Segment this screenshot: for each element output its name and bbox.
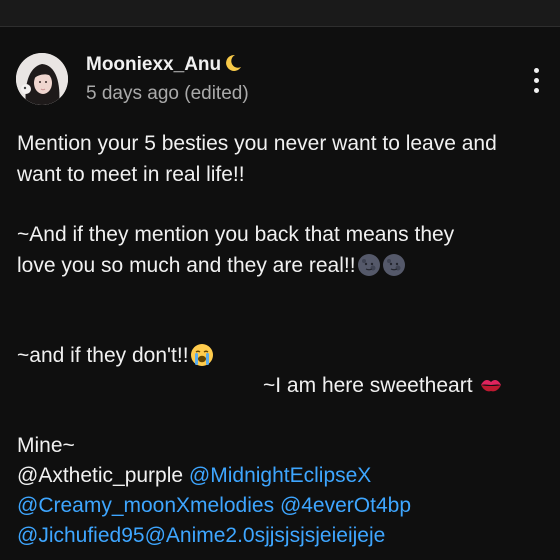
- new-moon-face-emoji: [357, 254, 380, 276]
- mention-link[interactable]: @Jichufied95: [17, 524, 145, 547]
- mentions-line-3: @Jichufied95@Anime2.0sjjsjsjsjeieijeje: [17, 522, 385, 550]
- comment-line-5-text: ~and if they don't!!: [17, 344, 189, 367]
- author-name: Mooniexx_Anu: [86, 54, 222, 75]
- mentions-line-1: @Axthetic_purple @MidnightEclipseX: [17, 462, 371, 490]
- comment-line-3: ~And if they mention you back that means…: [17, 223, 455, 246]
- menu-dot: [534, 78, 539, 83]
- mention-plain: @Axthetic_purple: [17, 464, 184, 487]
- mentions-line-2: @Creamy_moonXmelodies @4everOt4bp: [17, 492, 411, 520]
- comment-line-1: Mention your 5 besties you never want to…: [17, 132, 497, 155]
- comment-line-4-text: love you so much and they are real!!: [17, 254, 356, 277]
- kiss-mark-emoji: [481, 380, 502, 392]
- comment-card: Mooniexx_Anu 5 days ago (edited) Mention…: [0, 27, 560, 560]
- avatar-photo: [16, 53, 68, 105]
- comment-line-5: ~and if they don't!!: [17, 342, 214, 370]
- mention-link[interactable]: @Creamy_moonXmelodies: [17, 494, 274, 517]
- new-moon-face-emoji: [382, 254, 405, 276]
- comment-author[interactable]: Mooniexx_Anu: [86, 53, 243, 76]
- comment-line-4: love you so much and they are real!!: [17, 252, 406, 280]
- top-bar: [0, 0, 560, 27]
- comment-line-2: want to meet in real life!!: [17, 163, 245, 186]
- menu-dot: [534, 88, 539, 93]
- loudly-crying-face-emoji: [190, 344, 213, 366]
- mention-link[interactable]: @MidnightEclipseX: [189, 464, 371, 487]
- mention-link[interactable]: @Anime2.0sjjsjsjsjeieijeje: [145, 524, 386, 547]
- comment-line-6: ~I am here sweetheart: [263, 372, 503, 400]
- avatar[interactable]: [16, 53, 68, 105]
- more-vertical-icon: [534, 68, 539, 73]
- more-options-button[interactable]: [524, 67, 548, 95]
- comment-timestamp: 5 days ago (edited): [86, 83, 249, 104]
- mention-link[interactable]: @4everOt4bp: [280, 494, 411, 517]
- comment-line-6-text: ~I am here sweetheart: [263, 374, 473, 397]
- crescent-moon-emoji: [226, 54, 242, 71]
- comment-line-7: Mine~: [17, 434, 75, 457]
